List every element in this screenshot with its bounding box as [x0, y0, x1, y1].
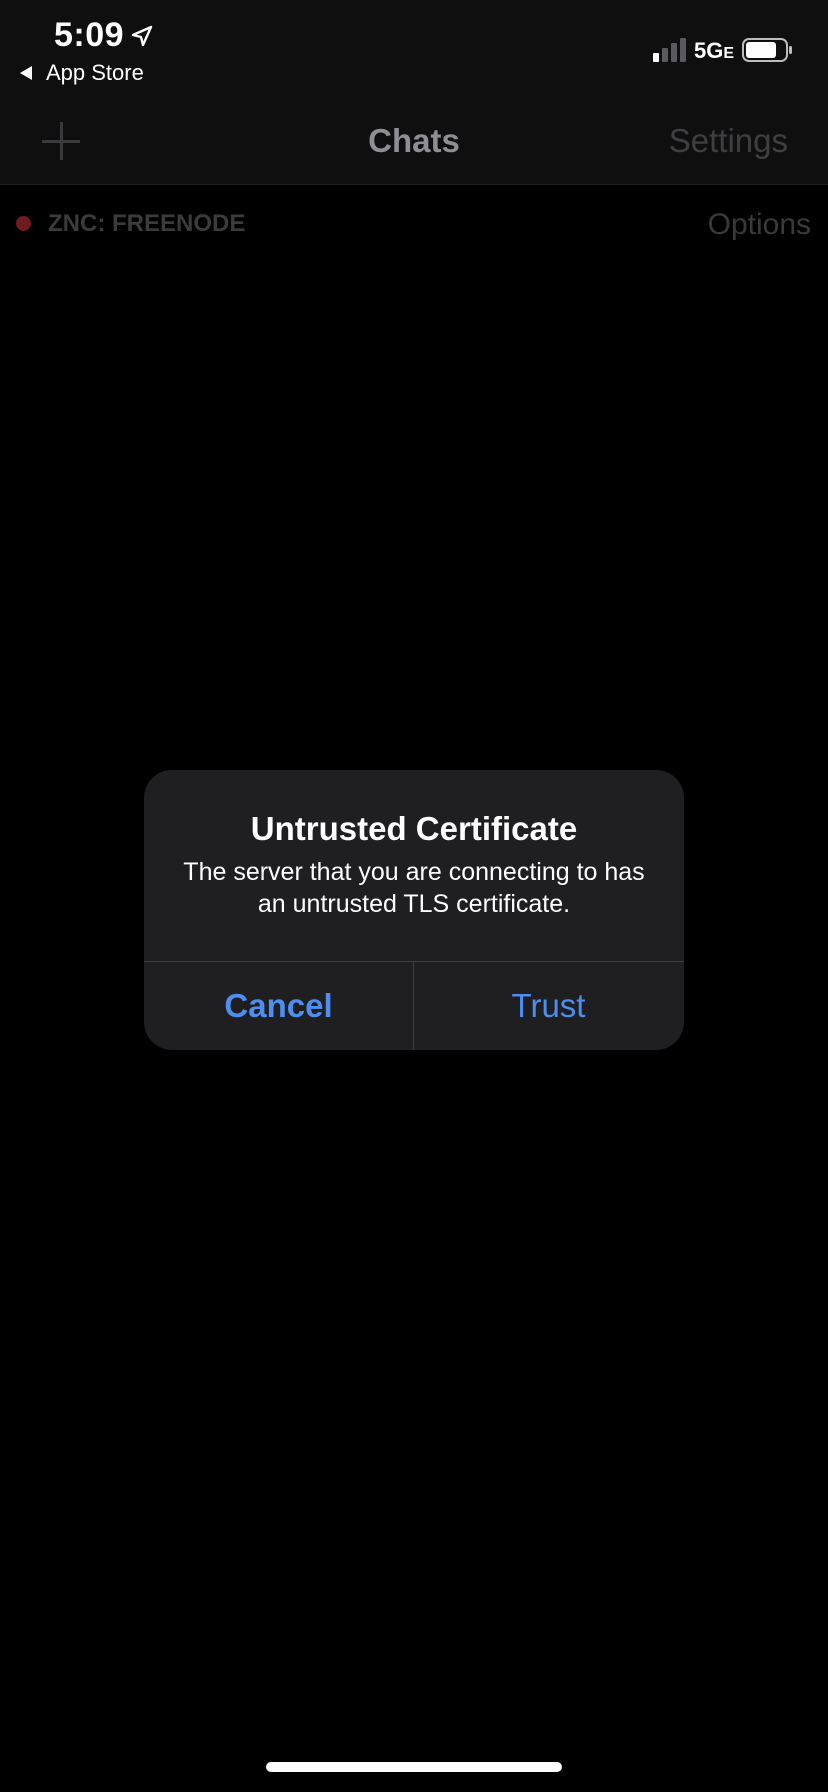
status-time: 5:09 [54, 16, 125, 54]
network-type-suffix: E [723, 45, 735, 62]
home-indicator[interactable] [266, 1762, 562, 1772]
untrusted-certificate-alert: Untrusted Certificate The server that yo… [144, 770, 684, 1050]
location-arrow-icon [131, 25, 153, 47]
network-name: ZNC: FREENODE [48, 210, 246, 237]
cellular-signal-icon [653, 38, 686, 62]
back-to-app-store[interactable]: App Store [20, 60, 144, 86]
settings-button[interactable]: Settings [669, 122, 788, 160]
connection-status-dot [16, 216, 31, 231]
network-type-label: 5G [694, 38, 724, 63]
status-bar: 5:09 App Store 5GE [0, 0, 828, 100]
back-app-label: App Store [46, 60, 144, 85]
alert-message: The server that you are connecting to ha… [183, 858, 645, 918]
back-triangle-icon [20, 66, 32, 80]
network-row[interactable]: ZNC: FREENODE Options [0, 190, 828, 260]
options-button[interactable]: Options [708, 208, 811, 242]
navigation-bar: Chats Settings [0, 100, 828, 185]
battery-icon [742, 38, 792, 62]
alert-title: Untrusted Certificate [250, 810, 578, 847]
trust-button[interactable]: Trust [414, 962, 683, 1050]
network-type: 5GE [694, 38, 734, 64]
cancel-button[interactable]: Cancel [144, 962, 413, 1050]
